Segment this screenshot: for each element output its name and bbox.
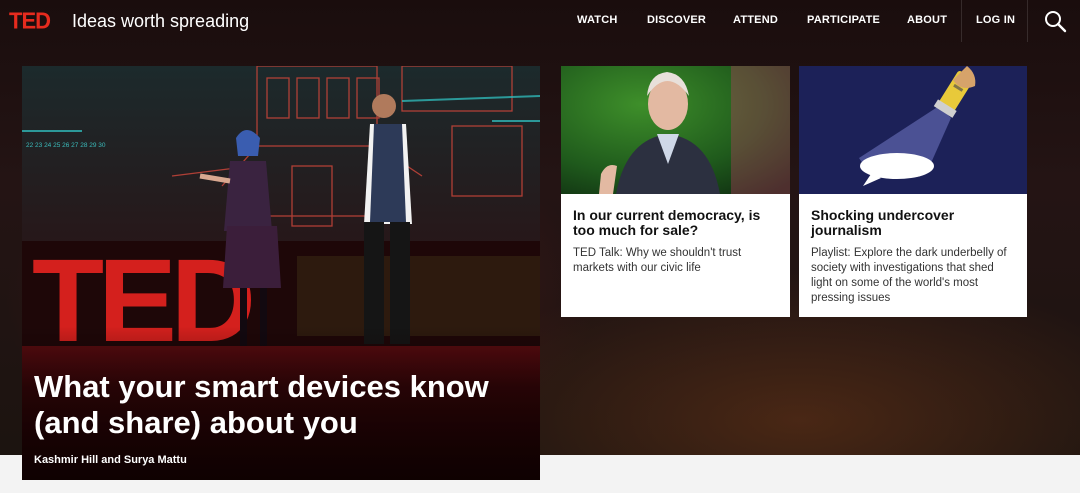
talk-card-democracy[interactable]: In our current democracy, is too much fo…: [561, 66, 790, 317]
nav-about[interactable]: ABOUT: [907, 14, 947, 26]
site-header: TED Ideas worth spreading WATCH DISCOVER…: [0, 0, 1080, 42]
nav-divider: [961, 0, 962, 42]
search-icon[interactable]: [1043, 9, 1067, 33]
nav-log-in[interactable]: LOG IN: [976, 14, 1015, 26]
featured-talk[interactable]: 22 23 24 25 26 27 28 29 30 TED What your…: [22, 66, 540, 480]
nav-attend[interactable]: ATTEND: [733, 14, 778, 26]
playlist-card-journalism[interactable]: Shocking undercover journalism Playlist:…: [799, 66, 1027, 317]
talk-card-title[interactable]: In our current democracy, is too much fo…: [573, 208, 778, 238]
playlist-card-thumbnail: [799, 66, 1027, 194]
nav-participate[interactable]: PARTICIPATE: [807, 14, 880, 26]
playlist-card-title[interactable]: Shocking undercover journalism: [811, 208, 1016, 238]
nav-discover[interactable]: DISCOVER: [647, 14, 706, 26]
playlist-card-description: Playlist: Explore the dark underbelly of…: [811, 247, 1007, 304]
featured-talk-speakers: Kashmir Hill and Surya Mattu: [34, 454, 187, 466]
talk-card-description: TED Talk: Why we shouldn't trust markets…: [573, 247, 742, 274]
featured-talk-title[interactable]: What your smart devices know (and share)…: [34, 369, 534, 441]
ted-logo[interactable]: TED: [9, 7, 51, 34]
talk-card-thumbnail: [561, 66, 790, 194]
site-tagline: Ideas worth spreading: [72, 11, 250, 31]
nav-watch[interactable]: WATCH: [577, 14, 618, 26]
stage-numbers: 22 23 24 25 26 27 28 29 30: [26, 142, 106, 149]
nav-divider: [1027, 0, 1028, 42]
